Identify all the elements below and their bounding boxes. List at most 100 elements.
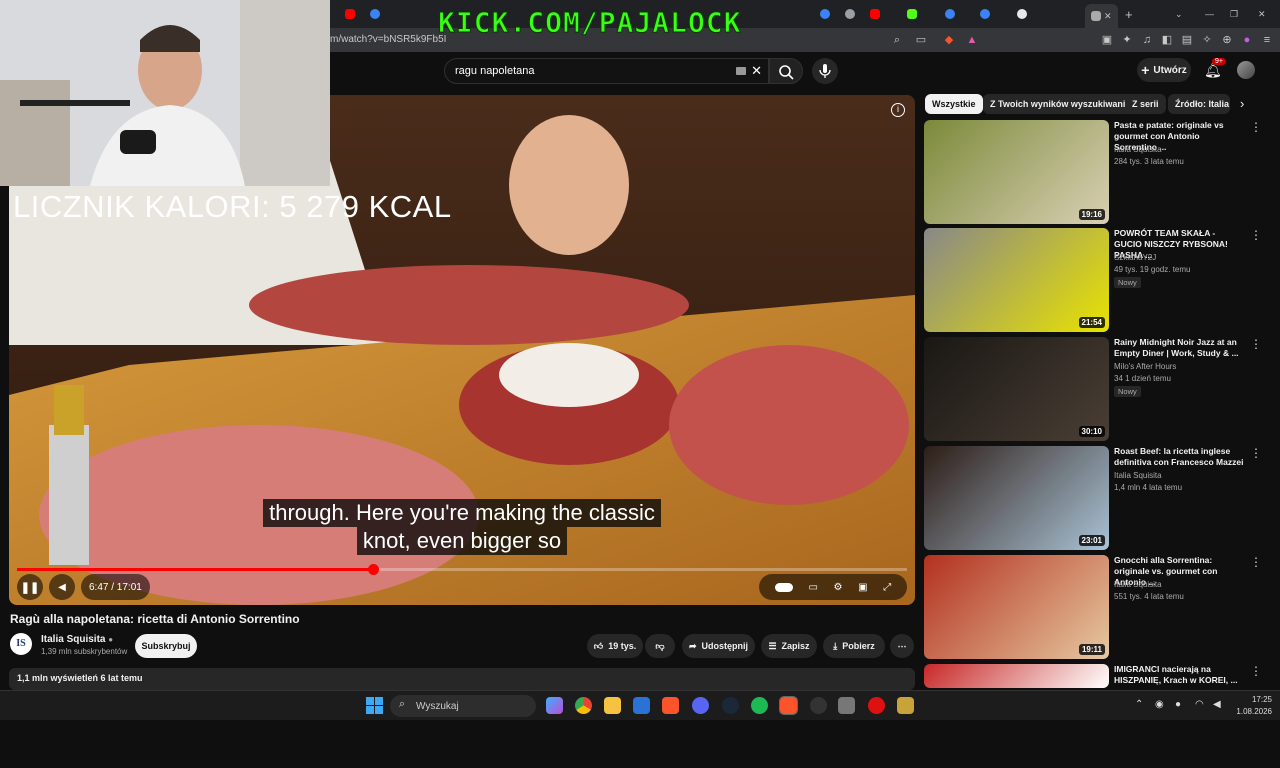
store-icon[interactable] — [633, 697, 650, 714]
autoplay-toggle[interactable] — [774, 582, 793, 592]
channel-name[interactable]: Italia Squisita ● — [41, 634, 113, 645]
vpn-icon[interactable]: ⊕ — [1220, 33, 1234, 47]
pause-button[interactable]: ❚❚ — [17, 574, 43, 600]
share-button[interactable]: ➦ Udostępnij — [682, 634, 755, 658]
browser-tab[interactable] — [1017, 4, 1027, 24]
recommendation-title[interactable]: IMIGRANCI nacierają na HISZPANIĘ, Krach … — [1114, 664, 1244, 686]
recommendation-thumbnail[interactable]: 23:01 — [924, 446, 1109, 550]
progress-bar[interactable] — [17, 564, 907, 575]
recommendation-channel[interactable]: Italia Squisita — [1114, 145, 1162, 154]
browser-tab[interactable] — [345, 4, 355, 24]
create-button[interactable]: + Utwórz — [1137, 58, 1191, 82]
volume-button[interactable]: ◀︎ — [49, 574, 75, 600]
window-close-icon[interactable]: ✕ — [1258, 4, 1266, 24]
microphone-tray-icon[interactable]: ● — [1175, 699, 1181, 710]
channel-avatar[interactable]: IS — [10, 633, 32, 655]
tab-list-icon[interactable]: ⌄ — [1175, 4, 1183, 24]
chip-source[interactable]: Źródło: Italia S — [1168, 94, 1230, 114]
obs-icon[interactable] — [810, 697, 827, 714]
search-box[interactable]: ragu napoletana ✕ — [444, 58, 769, 84]
browser-tab[interactable] — [820, 4, 830, 24]
recommendation-item[interactable]: 19:11 Gnocchi alla Sorrentina: originale… — [924, 555, 1274, 659]
save-button[interactable]: ☰ Zapisz — [761, 634, 817, 658]
avatar[interactable] — [1237, 61, 1255, 79]
profile-icon[interactable]: ● — [1240, 33, 1254, 47]
sidebar-icon[interactable]: ◧ — [1160, 33, 1174, 47]
chip-from-search[interactable]: Z Twoich wyników wyszukiwania — [983, 94, 1138, 114]
download-button[interactable]: ⤓ Pobierz — [823, 634, 885, 658]
recommendation-title[interactable]: Rainy Midnight Noir Jazz at an Empty Din… — [1114, 337, 1244, 359]
brave-active-icon[interactable] — [779, 696, 798, 715]
subscribe-button[interactable]: Subskrybuj — [135, 634, 197, 658]
minimize-icon[interactable]: — — [1205, 4, 1214, 24]
recommendation-title[interactable]: Roast Beef: la ricetta inglese definitiv… — [1114, 446, 1244, 468]
file-explorer-icon[interactable] — [604, 697, 621, 714]
discord-icon[interactable] — [692, 697, 709, 714]
fullscreen-icon[interactable]: ⤢ — [883, 582, 891, 593]
recommendation-item[interactable]: 21:54 POWRÓT TEAM SKAŁA - GUCIO NISZCZY … — [924, 228, 1274, 332]
system-clock[interactable]: 17:25 1.08.2026 — [1236, 694, 1272, 718]
spotify-icon[interactable] — [751, 697, 768, 714]
url-text[interactable]: m/watch?v=bNSR5k9Fb5I — [330, 34, 446, 45]
cast-icon[interactable]: ▭ — [914, 33, 928, 47]
recommendation-item[interactable]: 30:10 Rainy Midnight Noir Jazz at an Emp… — [924, 337, 1274, 441]
volume-tray-icon[interactable]: ◀︎ — [1213, 699, 1221, 710]
browser-tab-active[interactable]: ✕ — [1085, 4, 1118, 28]
recommendation-thumbnail[interactable]: 21:54 — [924, 228, 1109, 332]
network-icon[interactable]: ◉ — [1155, 699, 1164, 710]
start-icon[interactable] — [366, 697, 383, 714]
recommendation-thumbnail[interactable] — [924, 664, 1109, 688]
recommendation-item[interactable]: 19:16 Pasta e patate: originale vs gourm… — [924, 120, 1274, 224]
more-icon[interactable]: ⋮ — [1250, 555, 1262, 569]
browser-tab[interactable] — [370, 4, 380, 24]
new-tab-icon[interactable]: + — [1125, 4, 1133, 24]
recommendation-channel[interactable]: SzklanaY2J — [1114, 253, 1156, 262]
recommendation-thumbnail[interactable]: 19:11 — [924, 555, 1109, 659]
clear-search-icon[interactable]: ✕ — [751, 63, 762, 79]
more-icon[interactable]: ⋮ — [1250, 120, 1262, 134]
settings-icon[interactable]: ⚙ — [834, 582, 843, 593]
chip-all[interactable]: Wszystkie — [925, 94, 983, 114]
like-button[interactable]: 👍︎ 19 tys. — [587, 634, 643, 658]
rewards-icon[interactable]: ▲ — [965, 33, 979, 47]
copilot-icon[interactable] — [546, 697, 563, 714]
calculator-icon[interactable] — [838, 697, 855, 714]
more-actions-button[interactable]: ⋯ — [890, 634, 914, 658]
brave-shield-icon[interactable]: ◆ — [942, 33, 956, 47]
chip-series[interactable]: Z serii — [1125, 94, 1166, 114]
recommendation-item[interactable]: 23:01 Roast Beef: la ricetta inglese def… — [924, 446, 1274, 550]
music-icon[interactable]: ♫ — [1140, 33, 1154, 47]
more-icon[interactable]: ⋮ — [1250, 337, 1262, 351]
browser-tab[interactable] — [907, 4, 917, 24]
search-input[interactable]: ragu napoletana — [455, 65, 535, 77]
browser-tab[interactable] — [945, 4, 955, 24]
miniplayer-icon[interactable]: ▣ — [858, 582, 867, 593]
taskbar-search[interactable]: ⌕ Wyszukaj — [390, 695, 536, 717]
app-icon[interactable] — [868, 697, 885, 714]
puzzle-icon[interactable]: ✦ — [1120, 33, 1134, 47]
zoom-icon[interactable]: ⌕ — [890, 33, 904, 47]
brave-icon[interactable] — [662, 697, 679, 714]
app-icon[interactable] — [897, 697, 914, 714]
description-box[interactable]: 1,1 mln wyświetleń 6 lat temu — [9, 668, 915, 690]
voice-search-button[interactable] — [812, 58, 838, 84]
recommendation-channel[interactable]: Italia Squisita — [1114, 580, 1162, 589]
info-icon[interactable]: i — [891, 103, 905, 117]
extension-icon[interactable]: ▣ — [1100, 33, 1114, 47]
steam-icon[interactable] — [722, 697, 739, 714]
dislike-button[interactable]: 👎︎ — [645, 634, 675, 658]
keyboard-icon[interactable] — [736, 67, 746, 75]
search-button[interactable] — [769, 58, 803, 84]
wallet-icon[interactable]: ▤ — [1180, 33, 1194, 47]
scrubber-handle[interactable] — [368, 564, 379, 575]
recommendation-channel[interactable]: Italia Squisita — [1114, 471, 1162, 480]
more-icon[interactable]: ⋮ — [1250, 446, 1262, 460]
tray-chevron-icon[interactable]: ⌃ — [1135, 699, 1143, 710]
recommendation-thumbnail[interactable]: 19:16 — [924, 120, 1109, 224]
browser-tab[interactable] — [980, 4, 990, 24]
browser-tab[interactable] — [845, 4, 855, 24]
more-icon[interactable]: ⋮ — [1250, 664, 1262, 678]
maximize-icon[interactable]: ❐ — [1230, 4, 1238, 24]
browser-tab[interactable] — [870, 4, 880, 24]
more-icon[interactable]: ⋮ — [1250, 228, 1262, 242]
